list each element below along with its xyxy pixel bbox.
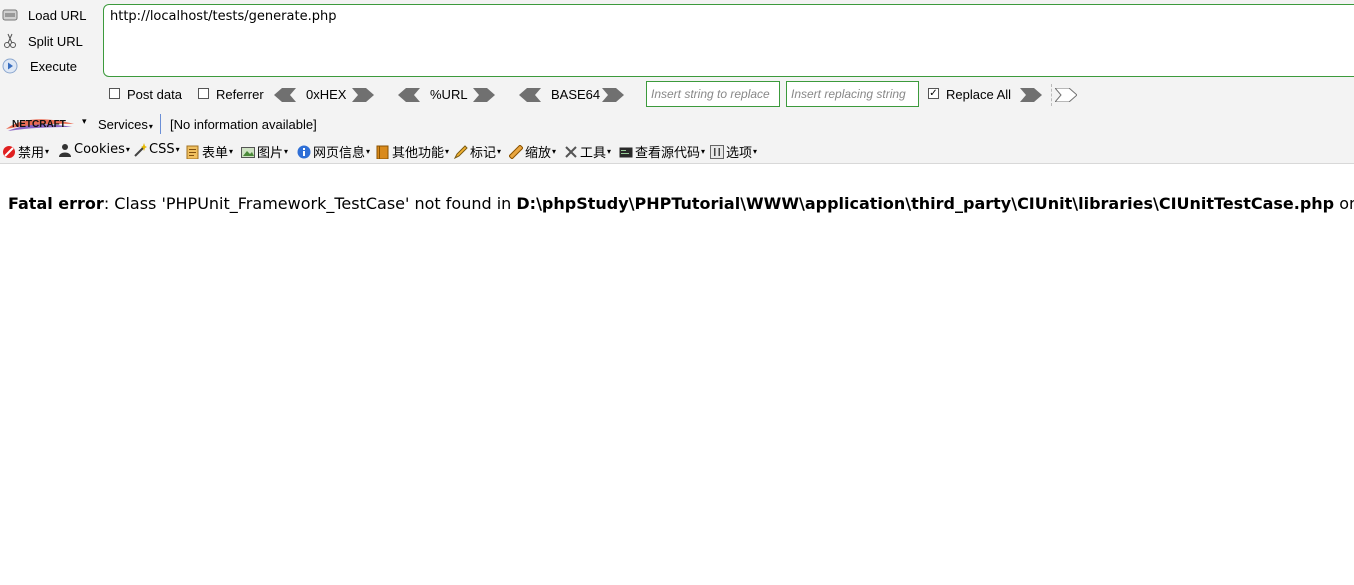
hex-decode-arrow-icon[interactable] bbox=[274, 88, 296, 102]
menu-options[interactable]: 选项 ▾ bbox=[710, 142, 757, 161]
load-url-label: Load URL bbox=[28, 7, 87, 23]
split-url-label: Split URL bbox=[28, 33, 83, 49]
referrer-label: Referrer bbox=[216, 87, 264, 102]
wand-icon bbox=[134, 142, 147, 157]
options-icon bbox=[710, 144, 724, 159]
info-icon bbox=[297, 145, 311, 158]
error-text-line: on line bbox=[1339, 194, 1354, 213]
menu-page-info[interactable]: 网页信息 ▾ bbox=[297, 142, 370, 161]
user-icon bbox=[59, 143, 71, 157]
play-icon bbox=[2, 58, 18, 74]
options-divider bbox=[1051, 84, 1053, 106]
url-decode-arrow-icon[interactable] bbox=[398, 88, 420, 102]
replace-arrow-icon[interactable] bbox=[1020, 88, 1042, 102]
pencil-icon bbox=[454, 144, 468, 159]
menu-outline-label: 标记 bbox=[470, 146, 497, 161]
menu-options-label: 选项 bbox=[726, 146, 753, 161]
menu-misc-label: 其他功能 bbox=[392, 146, 445, 161]
base64-decode-arrow-icon[interactable] bbox=[519, 88, 541, 102]
menu-tools-label: 工具 bbox=[580, 146, 607, 161]
book-icon bbox=[376, 145, 389, 159]
menu-disable-label: 禁用 bbox=[18, 146, 45, 161]
replace-all-label: Replace All bbox=[946, 87, 1012, 102]
menu-css-label: CSS bbox=[149, 142, 175, 157]
referrer-checkbox[interactable] bbox=[198, 88, 209, 99]
hackbar-options-row: Post data Referrer 0xHEX %URL BASE64 Ins… bbox=[0, 81, 1354, 107]
split-url-button[interactable]: Split URL bbox=[2, 30, 83, 52]
execute-label: Execute bbox=[30, 58, 77, 74]
image-icon bbox=[241, 146, 255, 158]
netcraft-divider bbox=[160, 114, 161, 134]
ruler-icon bbox=[509, 144, 523, 159]
menu-cookies[interactable]: Cookies ▾ bbox=[58, 142, 130, 157]
block-icon bbox=[3, 145, 15, 158]
url-encode-arrow-icon[interactable] bbox=[473, 88, 495, 102]
menu-tools[interactable]: 工具 ▾ bbox=[564, 142, 611, 161]
hex-label: 0xHEX bbox=[306, 87, 347, 102]
execute-button[interactable]: Execute bbox=[2, 55, 77, 77]
menu-images[interactable]: 图片 ▾ bbox=[241, 142, 288, 161]
replacing-string-input[interactable]: Insert replacing string bbox=[786, 81, 919, 107]
url-encode-label: %URL bbox=[430, 87, 468, 102]
php-fatal-error-message: Fatal error: Class 'PHPUnit_Framework_Te… bbox=[8, 194, 1354, 213]
netcraft-services-menu[interactable]: Services▾ bbox=[98, 117, 153, 132]
source-icon bbox=[619, 147, 633, 157]
menu-forms-label: 表单 bbox=[202, 146, 229, 161]
menu-view-source-label: 查看源代码 bbox=[635, 146, 701, 161]
load-url-button[interactable]: Load URL bbox=[2, 4, 87, 26]
svg-text:NETCRAFT: NETCRAFT bbox=[12, 119, 66, 130]
hex-encode-arrow-icon[interactable] bbox=[352, 88, 374, 102]
menu-cookies-label: Cookies bbox=[74, 142, 125, 157]
menu-resize-label: 缩放 bbox=[525, 146, 552, 161]
scissors-icon bbox=[2, 33, 18, 49]
menu-disable[interactable]: 禁用 ▾ bbox=[2, 142, 49, 161]
netcraft-info: [No information available] bbox=[170, 117, 317, 132]
replace-all-checkbox[interactable]: ✓ bbox=[928, 88, 939, 99]
form-icon bbox=[186, 145, 199, 159]
toolbar-area: Load URL Split URL Execute http://localh… bbox=[0, 0, 1354, 164]
menu-view-source[interactable]: 查看源代码 ▾ bbox=[619, 142, 705, 161]
menu-images-label: 图片 bbox=[257, 146, 284, 161]
load-url-icon bbox=[2, 7, 18, 23]
base64-label: BASE64 bbox=[551, 87, 601, 102]
netcraft-dropdown-icon[interactable]: ▾ bbox=[82, 116, 87, 127]
post-data-label: Post data bbox=[127, 87, 182, 102]
menu-page-info-label: 网页信息 bbox=[313, 146, 366, 161]
error-label: Fatal error bbox=[8, 194, 104, 213]
replace-string-input[interactable]: Insert string to replace bbox=[646, 81, 780, 107]
webdev-menu-bar: 禁用 ▾ Cookies ▾ CSS ▾ 表单 ▾ 图片 ▾ 网页信息 ▾ 其他功能 ▾ 标 bbox=[0, 141, 1354, 161]
netcraft-services-label: Services bbox=[98, 117, 148, 132]
error-text-start: : Class 'PHPUnit_Framework_TestCase' not… bbox=[103, 194, 517, 213]
menu-css[interactable]: CSS ▾ bbox=[133, 142, 180, 157]
netcraft-toolbar: NETCRAFT ▾ Services▾ [No information ava… bbox=[0, 112, 1354, 136]
post-data-checkbox[interactable] bbox=[109, 88, 120, 99]
menu-misc[interactable]: 其他功能 ▾ bbox=[376, 142, 449, 161]
menu-resize[interactable]: 缩放 ▾ bbox=[509, 142, 556, 161]
replace-next-arrow-icon[interactable] bbox=[1055, 88, 1077, 102]
netcraft-logo[interactable]: NETCRAFT bbox=[4, 115, 76, 133]
menu-outline[interactable]: 标记 ▾ bbox=[454, 142, 501, 161]
menu-forms[interactable]: 表单 ▾ bbox=[186, 142, 233, 161]
base64-encode-arrow-icon[interactable] bbox=[602, 88, 624, 102]
url-textarea[interactable]: http://localhost/tests/generate.php bbox=[103, 4, 1354, 77]
error-file-path: D:\phpStudy\PHPTutorial\WWW\application\… bbox=[516, 194, 1335, 213]
tools-icon bbox=[565, 145, 577, 158]
